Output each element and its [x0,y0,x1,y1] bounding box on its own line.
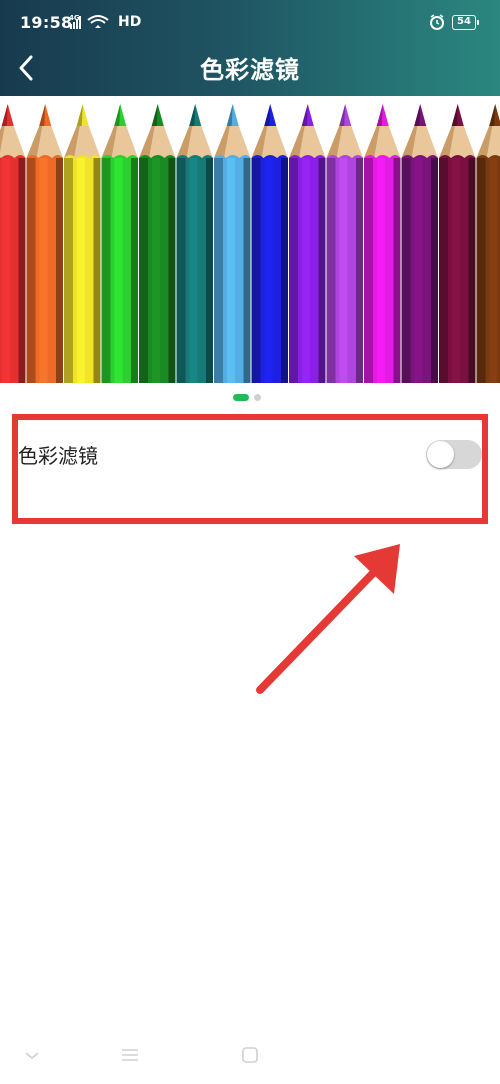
page-dot-active [233,394,249,401]
pencil-6 [176,104,213,383]
pencils-illustration [0,104,500,383]
alarm-icon [430,14,444,30]
pencil-7 [214,104,251,383]
status-bar: 19:58 4G HD 54 [0,0,500,40]
highlight-box [12,414,488,524]
wifi-label: HD [118,14,142,30]
battery-indicator: 54 [452,15,479,30]
page-title: 色彩滤镜 [200,56,300,84]
pencil-9 [289,104,326,383]
nav-back-icon[interactable] [21,1044,43,1066]
pencil-14 [476,104,500,383]
app-header: 19:58 4G HD 54 色彩滤镜 [0,0,500,96]
nav-menu-icon[interactable] [119,1044,141,1066]
system-nav-bar [0,1030,500,1084]
pencil-3 [64,104,101,383]
pencil-10 [326,104,363,383]
pencil-banner-image[interactable] [0,96,500,383]
pencil-1 [0,104,26,383]
pencil-11 [364,104,401,383]
pencil-12 [401,104,438,383]
status-time: 19:58 [20,13,73,32]
pencil-4 [101,104,138,383]
network-type: 4G [69,14,80,22]
pencil-5 [139,104,176,383]
pencil-8 [251,104,288,383]
nav-home-icon[interactable] [239,1044,261,1066]
page-dot [254,394,261,401]
banner-page-indicator [0,393,500,403]
pencil-2 [26,104,63,383]
pencil-13 [439,104,476,383]
pointer-arrow-annotation [256,544,400,694]
